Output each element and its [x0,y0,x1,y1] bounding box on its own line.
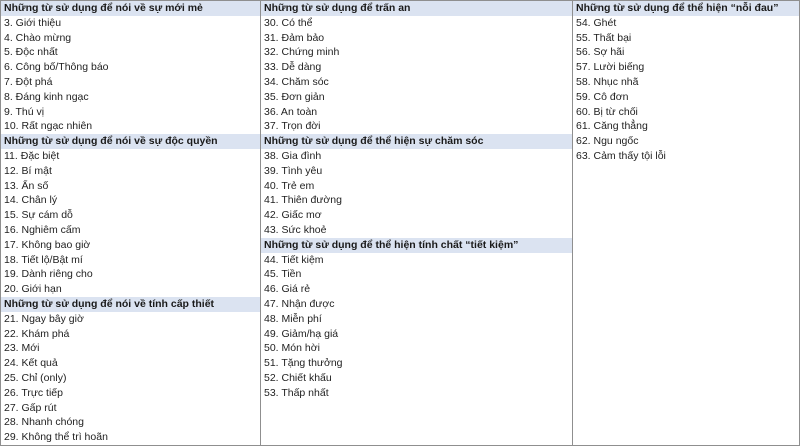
list-item: 48. Miễn phí [264,312,322,325]
list-item: 14. Chân lý [4,194,58,207]
list-item: 45. Tiền [264,268,302,281]
list-item: 58. Nhục nhã [576,75,639,88]
list-item: 42. Giấc mơ [264,209,322,222]
list-item: 26. Trực tiếp [4,386,63,399]
list-item: 34. Chăm sóc [264,75,329,88]
list-item: 21. Ngay bây giờ [4,312,84,325]
list-item: 43. Sức khoẻ [264,223,327,236]
list-item: 47. Nhận được [264,297,335,310]
list-item: 54. Ghét [576,16,617,29]
section-header: Những từ sử dụng để thể hiện sự chăm sóc [261,134,572,149]
section-header: Những từ sử dụng để nói về sự độc quyền [1,134,260,149]
section-header: Những từ sử dụng để nói về tính cấp thiế… [1,296,260,312]
list-item: 11. Đặc biệt [4,149,60,162]
list-item: 57. Lười biếng [576,61,645,74]
list-item: 15. Sự cám dỗ [4,209,73,222]
list-item: 20. Giới hạn [4,283,62,296]
list-item: 7. Đột phá [4,75,53,88]
list-item: 33. Dễ dàng [264,61,322,74]
column-2: Những từ sử dụng để trấn an 30. Có thể 31.… [261,1,573,445]
list-item: 37. Trọn đời [264,120,321,133]
list-item: 32. Chứng minh [264,46,340,59]
list-item: 4. Chào mừng [4,31,72,44]
section-header: Những từ sử dụng để thể hiện “nỗi đau” [573,1,799,16]
list-item: 30. Có thể [264,16,313,29]
list-item: 44. Tiết kiệm [264,253,324,266]
list-item: 8. Đáng kinh ngạc [4,90,89,103]
column-1: Những từ sử dụng để nói về sự mới mẻ 3. G… [1,1,261,445]
list-item: 62. Ngu ngốc [576,135,639,148]
section-header: Những từ sử dụng để nói về sự mới mẻ [1,1,260,16]
list-item: 28. Nhanh chóng [4,416,84,429]
list-item: 51. Tặng thưởng [264,357,343,370]
list-item: 17. Không bao giờ [4,238,91,251]
list-item: 16. Nghiêm cấm [4,223,81,236]
list-item: 22. Khám phá [4,327,70,340]
list-item: 23. Mới [4,342,40,355]
list-item: 18. Tiết lộ/Bật mí [4,253,83,266]
list-item: 63. Cảm thấy tội lỗi [576,149,666,162]
list-item: 31. Đảm bảo [264,31,325,44]
list-item: 5. Độc nhất [4,46,58,59]
list-item: 49. Giảm/hạ giá [264,327,339,340]
list-item: 19. Dành riêng cho [4,268,93,281]
list-item: 55. Thất bại [576,31,632,44]
list-item: 12. Bí mật [4,164,52,177]
section-header: Những từ sử dụng để thể hiện tính chất “… [261,237,572,253]
word-table: Những từ sử dụng để nói về sự mới mẻ 3. G… [0,0,800,446]
list-item: 35. Đơn giản [264,90,325,103]
list-item: 36. An toàn [264,105,318,118]
list-item: 29. Không thể trì hoãn [4,431,108,444]
list-item: 24. Kết quả [4,357,58,370]
list-item: 38. Gia đình [264,149,322,162]
list-item: 50. Món hời [264,342,320,355]
list-item: 60. Bị từ chối [576,105,638,118]
list-item: 53. Thấp nhất [264,386,329,399]
list-item: 61. Căng thẳng [576,120,648,133]
list-item: 59. Cô đơn [576,90,629,103]
list-item: 25. Chỉ (only) [4,371,67,384]
list-item: 52. Chiết khấu [264,371,332,384]
list-item: 40. Trẻ em [264,179,315,192]
list-item: 41. Thiên đường [264,194,342,207]
list-item: 9. Thú vị [4,105,45,118]
list-item: 10. Rất ngạc nhiên [4,120,93,133]
list-item: 6. Công bố/Thông báo [4,61,109,74]
list-item: 56. Sợ hãi [576,46,625,59]
list-item: 46. Giá rẻ [264,283,311,296]
list-item: 27. Gấp rút [4,401,57,414]
column-3: Những từ sử dụng để thể hiện “nỗi đau” 54… [573,1,799,445]
list-item: 39. Tình yêu [264,164,323,177]
list-item: 13. Ẩn số [4,179,49,192]
list-item: 3. Giới thiệu [4,16,62,29]
section-header: Những từ sử dụng để trấn an [261,1,572,16]
